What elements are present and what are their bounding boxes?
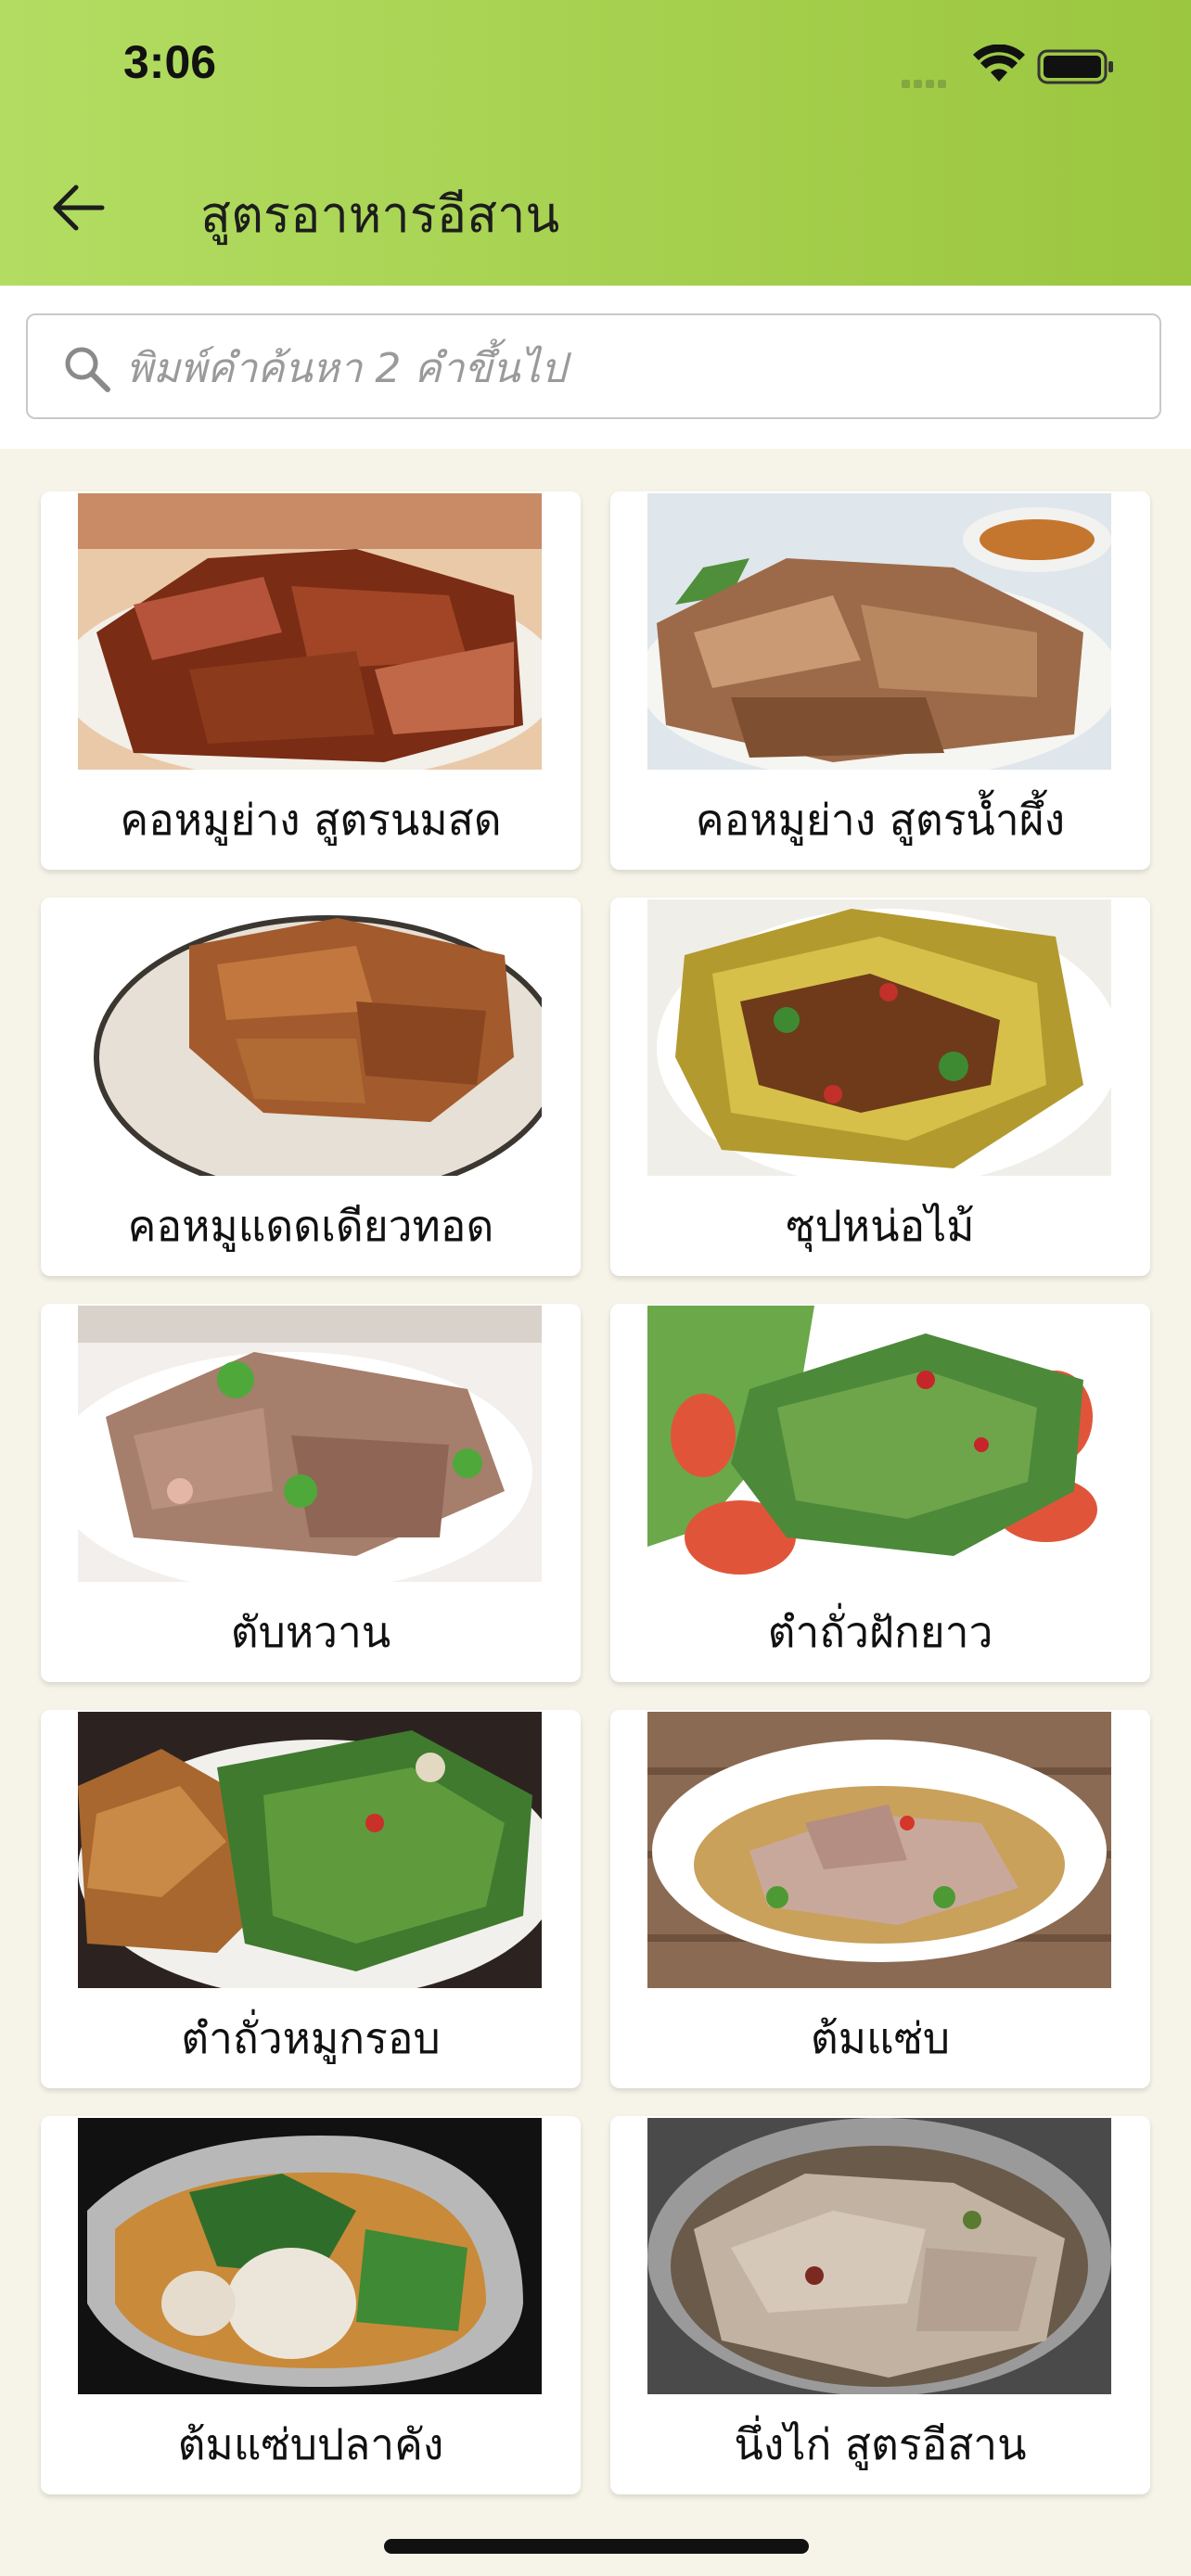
recipe-card[interactable]: ซุปหน่อไม้ (610, 898, 1150, 1276)
recipe-card[interactable]: นึ่งไก่ สูตรอีสาน (610, 2116, 1150, 2494)
recipe-card[interactable]: ตำถั่วฝักยาว (610, 1304, 1150, 1682)
page-title: สูตรอาหารอีสาน (200, 185, 560, 244)
recipe-image (647, 1712, 1111, 1988)
home-indicator[interactable] (384, 2539, 809, 2554)
recipe-label: นึ่งไก่ สูตรอีสาน (734, 2419, 1027, 2469)
recipe-label: ต้มแซ่บ (810, 2013, 951, 2063)
recipe-label: ตำถั่วหมูกรอบ (181, 2013, 441, 2063)
recipe-image (78, 2118, 542, 2394)
app-bar: 3:06 สูตรอาหารอีสาน (0, 0, 1191, 286)
recipe-label: คอหมูย่าง สูตรน้ำผึ้ง (695, 795, 1066, 845)
search-input[interactable] (124, 334, 1130, 402)
recipe-grid: คอหมูย่าง สูตรนมสด คอหมูย่าง สูตรน้ำผึ้ง (41, 491, 1150, 2494)
recipe-label: คอหมูแดดเดียวทอด (127, 1201, 494, 1251)
search-icon (65, 347, 110, 392)
recipe-image (647, 493, 1111, 770)
recipe-label: ตำถั่วฝักยาว (767, 1607, 993, 1657)
recipe-card[interactable]: คอหมูย่าง สูตรนมสด (41, 491, 581, 870)
recipe-image (647, 2118, 1111, 2394)
recipe-card[interactable]: ต้มแซ่บ (610, 1710, 1150, 2088)
recipe-label: ซุปหน่อไม้ (786, 1201, 975, 1251)
recipe-card[interactable]: คอหมูย่าง สูตรน้ำผึ้ง (610, 491, 1150, 870)
recipe-image (647, 1306, 1111, 1582)
recipe-label: ต้มแซ่บปลาคัง (177, 2419, 444, 2469)
signal-icon (902, 74, 950, 92)
wifi-icon (973, 45, 1025, 82)
battery-icon (1037, 49, 1113, 84)
recipe-label: ตับหวาน (230, 1607, 391, 1657)
recipe-image (78, 1306, 542, 1582)
search-field[interactable] (26, 313, 1161, 419)
recipe-image (78, 493, 542, 770)
recipe-image (78, 1712, 542, 1988)
search-bar (0, 286, 1191, 449)
recipe-card[interactable]: ตำถั่วหมูกรอบ (41, 1710, 581, 2088)
recipe-card[interactable]: ต้มแซ่บปลาคัง (41, 2116, 581, 2494)
recipe-image (78, 899, 542, 1176)
back-arrow-icon[interactable] (48, 182, 108, 234)
recipe-card[interactable]: คอหมูแดดเดียวทอด (41, 898, 581, 1276)
status-time: 3:06 (123, 36, 217, 88)
recipe-label: คอหมูย่าง สูตรนมสด (120, 795, 502, 845)
recipe-card[interactable]: ตับหวาน (41, 1304, 581, 1682)
recipe-image (647, 899, 1111, 1176)
